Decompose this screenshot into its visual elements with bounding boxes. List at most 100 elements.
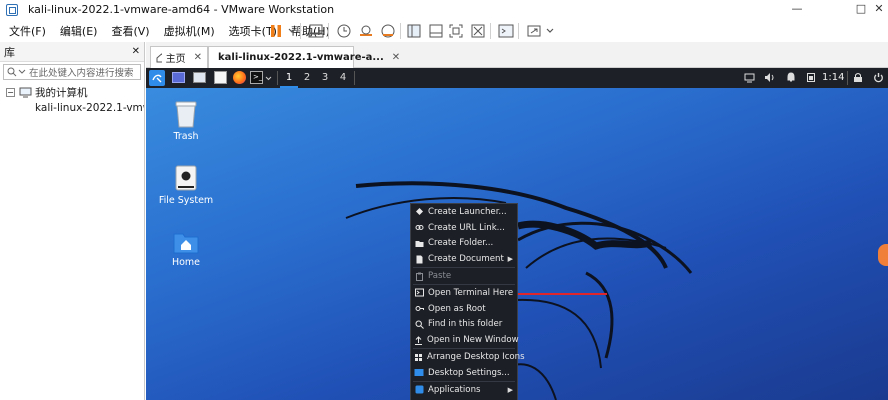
revert-snapshot-icon[interactable] (356, 21, 376, 41)
tab-kali-vm-close-icon[interactable]: ✕ (392, 52, 400, 63)
volume-icon[interactable] (764, 72, 776, 83)
terminal-icon[interactable] (496, 21, 516, 41)
collapse-toggle[interactable]: − (6, 88, 15, 97)
annotation-arrow (506, 289, 607, 299)
menu-item-paste: Paste (411, 268, 517, 284)
vmware-app-icon (6, 3, 18, 16)
snapshot-manager-icon[interactable] (378, 21, 398, 41)
kali-menu-icon[interactable] (149, 70, 165, 86)
menu-item-open-new-window[interactable]: Open in New Window (411, 332, 519, 348)
drive-icon (175, 165, 197, 191)
workspace-3[interactable]: 3 (316, 68, 334, 88)
side-floating-icon[interactable] (878, 244, 888, 266)
chevron-down-icon[interactable] (540, 21, 560, 41)
menu-item-label: Find in this folder (428, 319, 503, 330)
unity-mode-icon[interactable] (468, 21, 488, 41)
send-keys-icon[interactable] (306, 21, 326, 41)
toolbar-divider (328, 23, 329, 39)
library-close-button[interactable]: ✕ (132, 46, 140, 57)
menu-item-arrange-desktop-icons[interactable]: Arrange Desktop Icons (411, 349, 525, 365)
terminal-icon[interactable]: >_ (250, 71, 263, 84)
arrange-icon (415, 353, 422, 361)
minimize-button[interactable]: — (784, 0, 810, 19)
menu-item-label: Open in New Window (427, 335, 519, 346)
library-view-icon[interactable] (404, 21, 424, 41)
library-search-input[interactable]: 在此处键入内容进行搜索 (3, 64, 141, 80)
desktop-icon-home[interactable]: Home (146, 230, 226, 268)
title-bar: kali-linux-2022.1-vmware-amd64 - VMware … (0, 0, 888, 19)
desktop-icon-trash[interactable]: Trash (146, 100, 226, 142)
library-panel: 库 ✕ 在此处键入内容进行搜索 − 我的计算机 kali-linux-2022.… (0, 42, 145, 400)
desktop-icon-file-system[interactable]: File System (146, 164, 226, 206)
menu-item-label: Applications (428, 384, 481, 395)
lock-icon[interactable] (853, 72, 863, 83)
library-title: 库 (4, 45, 15, 59)
new-window-icon (415, 336, 422, 345)
home-icon (156, 52, 162, 62)
submenu-arrow-icon: ▶ (507, 255, 513, 264)
firefox-icon[interactable] (233, 71, 246, 84)
panel-divider (354, 71, 355, 85)
launcher-icon (415, 208, 423, 216)
applications-icon (415, 385, 423, 394)
xfce-top-panel: >_ 1 2 3 4 1:14 (146, 68, 888, 88)
menu-item-create-folder[interactable]: Create Folder... (411, 236, 517, 252)
menu-item-label: Desktop Settings... (428, 367, 510, 378)
tab-home-label: 主页 (165, 54, 186, 65)
library-header: 库 ✕ (0, 42, 144, 62)
menu-item-label: Create Folder... (428, 238, 494, 249)
menu-vm[interactable]: 虚拟机(M) (159, 23, 220, 39)
library-search-placeholder: 在此处键入内容进行搜索 (29, 68, 134, 79)
workspace-4[interactable]: 4 (334, 68, 352, 88)
chevron-down-icon[interactable] (265, 76, 272, 81)
menu-item-label: Create Document (428, 254, 504, 265)
tab-home-close-icon[interactable]: ✕ (194, 52, 202, 63)
submenu-arrow-icon: ▶ (507, 385, 513, 394)
menu-item-label: Arrange Desktop Icons (427, 352, 525, 363)
menu-item-label: Open as Root (428, 303, 486, 314)
file-manager-icon[interactable] (193, 72, 206, 83)
desktop-icon-home-label: Home (171, 257, 201, 268)
menu-view[interactable]: 查看(V) (106, 23, 154, 39)
menu-item-create-launcher[interactable]: Create Launcher... (411, 204, 517, 220)
tree-item-my-computer[interactable]: − 我的计算机 (0, 85, 144, 100)
menu-edit[interactable]: 编辑(E) (55, 23, 103, 39)
panel-divider (277, 71, 278, 85)
notification-bell-icon[interactable] (786, 72, 796, 83)
menu-item-open-terminal-here[interactable]: Open Terminal Here (411, 285, 517, 301)
tab-home[interactable]: 主页 ✕ (150, 46, 208, 68)
search-icon (7, 67, 17, 77)
close-window-button[interactable]: ✕ (866, 0, 888, 19)
chevron-down-icon[interactable] (282, 21, 302, 41)
console-view-icon[interactable] (426, 21, 446, 41)
menu-item-open-as-root[interactable]: Open as Root (411, 301, 517, 317)
tab-kali-vm[interactable]: kali-linux-2022.1-vmware-a... ✕ (208, 46, 400, 68)
workspace-2[interactable]: 2 (298, 68, 316, 88)
fullscreen-icon[interactable] (446, 21, 466, 41)
menu-item-label: Create URL Link... (428, 222, 505, 233)
desktop-context-menu: Create Launcher... Create URL Link... Cr… (410, 203, 525, 400)
tree-item-kali-vm[interactable]: kali-linux-2022.1-vmw (0, 100, 144, 115)
tree-label-kali-vm: kali-linux-2022.1-vmw (35, 101, 144, 114)
menu-item-applications[interactable]: Applications ▶ (411, 382, 517, 398)
link-icon (415, 225, 423, 231)
workspace-1[interactable]: 1 (280, 68, 298, 88)
menu-item-desktop-settings[interactable]: Desktop Settings... (411, 365, 517, 381)
power-status-icon[interactable] (806, 72, 816, 83)
computer-icon (19, 87, 32, 98)
display-icon[interactable] (744, 73, 755, 83)
window-title: kali-linux-2022.1-vmware-amd64 - VMware … (28, 3, 335, 16)
menu-item-find-in-folder[interactable]: Find in this folder (411, 317, 517, 333)
menu-file[interactable]: 文件(F) (4, 23, 51, 39)
snapshot-icon[interactable] (334, 21, 354, 41)
menu-item-create-url-link[interactable]: Create URL Link... (411, 220, 517, 236)
show-desktop-icon[interactable] (172, 72, 185, 83)
tab-bar: 主页 ✕ kali-linux-2022.1-vmware-a... ✕ (146, 42, 888, 68)
power-icon[interactable] (873, 72, 884, 83)
menu-item-label: Open Terminal Here (428, 287, 514, 298)
panel-clock[interactable]: 1:14 (822, 68, 844, 88)
paste-icon (415, 272, 423, 281)
menu-item-create-document[interactable]: Create Document ▶ (411, 251, 517, 267)
chevron-down-icon[interactable] (18, 69, 26, 75)
text-editor-icon[interactable] (214, 71, 227, 84)
